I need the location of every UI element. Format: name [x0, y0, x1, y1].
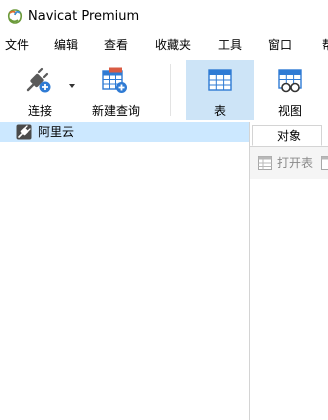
table-icon: [208, 69, 232, 91]
tab-objects-label: 对象: [277, 129, 302, 143]
navicat-logo-icon: [7, 9, 23, 24]
menu-view[interactable]: 查看: [104, 37, 128, 53]
table-label: 表: [213, 104, 226, 118]
tree-item-label: 阿里云: [38, 125, 75, 139]
toolbar-separator: [170, 64, 171, 116]
design-table-icon[interactable]: [321, 156, 328, 170]
table-button[interactable]: 表: [186, 60, 254, 120]
connect-dropdown-arrow-icon[interactable]: [69, 84, 75, 88]
new-query-icon: [102, 67, 127, 93]
connect-button[interactable]: 连接: [10, 60, 70, 120]
plug-connect-icon: [26, 67, 51, 93]
menu-file[interactable]: 文件: [5, 37, 29, 53]
object-toolbar: 打开表: [250, 147, 328, 179]
connect-label: 连接: [27, 104, 52, 118]
open-table-button[interactable]: 打开表: [277, 155, 313, 171]
tab-objects[interactable]: 对象: [252, 125, 322, 146]
menu-tools[interactable]: 工具: [218, 37, 242, 53]
view-icon: [278, 69, 302, 93]
window-title: Navicat Premium: [28, 9, 140, 24]
new-query-button[interactable]: 新建查询: [86, 60, 146, 120]
view-label: 视图: [277, 104, 302, 118]
main-toolbar: 连接 新建查询 表 视图: [0, 56, 328, 122]
menu-window[interactable]: 窗口: [268, 37, 292, 53]
navigation-pane: 阿里云: [0, 122, 249, 420]
open-table-icon: [258, 156, 272, 170]
menu-bar: 文件 编辑 查看 收藏夹 工具 窗口 帮: [0, 34, 328, 56]
title-bar: Navicat Premium: [0, 0, 328, 34]
menu-help[interactable]: 帮: [322, 37, 328, 53]
view-button[interactable]: 视图: [256, 60, 324, 120]
tree-item-connection[interactable]: 阿里云: [0, 122, 249, 142]
tab-strip: 对象: [250, 122, 328, 147]
connection-plug-icon: [16, 124, 32, 140]
menu-favorites[interactable]: 收藏夹: [155, 37, 191, 53]
new-query-label: 新建查询: [91, 104, 140, 118]
object-pane: 对象 打开表: [250, 122, 328, 420]
menu-edit[interactable]: 编辑: [54, 37, 78, 53]
